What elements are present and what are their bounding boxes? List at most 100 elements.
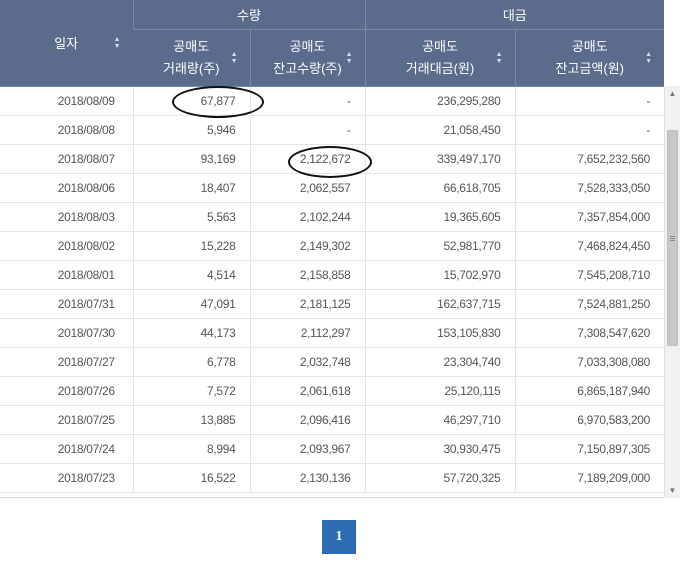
scroll-up-icon[interactable]: ▲ <box>665 86 680 101</box>
short-balance-qty-cell: 2,158,858 <box>249 260 366 290</box>
short-trade-amount-cell: 30,930,475 <box>364 434 516 464</box>
short-trade-amount-cell: 153,105,830 <box>364 318 516 348</box>
column-header-line1: 공매도 <box>422 38 458 54</box>
date-cell: 2018/08/02 <box>0 231 133 261</box>
vertical-scrollbar[interactable]: ▲ ▼ <box>664 86 680 498</box>
amount-group-header: 대금 <box>364 0 664 30</box>
short-volume-column-header[interactable]: 공매도 거래량(주) ▲ ▼ <box>133 29 250 87</box>
date-cell: 2018/08/07 <box>0 144 133 174</box>
short-volume-cell: 6,778 <box>132 347 250 377</box>
table-row: 2018/08/03 5,563 2,102,244 19,365,605 7,357,… <box>0 202 664 232</box>
short-balance-qty-cell: 2,102,244 <box>249 202 366 232</box>
sort-updown-icon[interactable]: ▲ ▼ <box>114 36 121 50</box>
short-balance-amount-cell: 7,468,824,450 <box>514 231 664 261</box>
table-row: 2018/07/25 13,885 2,096,416 46,297,710 6,970… <box>0 405 664 435</box>
short-balance-amount-cell: 7,308,547,620 <box>514 318 664 348</box>
short-volume-cell: 13,885 <box>132 405 250 435</box>
date-cell: 2018/08/08 <box>0 115 133 145</box>
short-volume-cell: 93,169 <box>132 144 250 174</box>
short-trade-amount-cell: 19,365,605 <box>364 202 516 232</box>
short-volume-cell: 67,877 <box>132 86 250 116</box>
short-balance-amount-cell: 7,652,232,560 <box>514 144 664 174</box>
sort-updown-icon[interactable]: ▲ ▼ <box>346 51 353 65</box>
short-trade-amount-cell: 46,297,710 <box>364 405 516 435</box>
date-cell: 2018/08/01 <box>0 260 133 290</box>
date-cell: 2018/07/23 <box>0 463 133 493</box>
volume-group-header: 수량 <box>132 0 366 30</box>
short-volume-cell: 16,522 <box>132 463 250 493</box>
table-row: 2018/07/24 8,994 2,093,967 30,930,475 7,150,… <box>0 434 664 464</box>
short-volume-cell: 18,407 <box>132 173 250 203</box>
table-row: 2018/08/02 15,228 2,149,302 52,981,770 7,468… <box>0 231 664 261</box>
short-trade-amount-cell: 339,497,170 <box>364 144 516 174</box>
short-balance-qty-cell: 2,112,297 <box>249 318 366 348</box>
table-row: 2018/08/09 67,877-236,295,280- <box>0 86 664 116</box>
short-volume-cell: 15,228 <box>132 231 250 261</box>
short-selling-table-container: 일자 ▲ ▼ 수량 대금 공매도 거래량(주) ▲ ▼ 공매도 잔고수량(주) ▲ ▼ <box>0 0 664 498</box>
short-balance-qty-cell: 2,062,557 <box>249 173 366 203</box>
short-balance-qty-cell: 2,181,125 <box>249 289 366 319</box>
short-balance-qty-cell: - <box>249 115 366 145</box>
short-selling-table: 일자 ▲ ▼ 수량 대금 공매도 거래량(주) ▲ ▼ 공매도 잔고수량(주) ▲ ▼ <box>0 0 664 493</box>
date-cell: 2018/07/24 <box>0 434 133 464</box>
sort-updown-icon[interactable]: ▲ ▼ <box>496 51 503 65</box>
table-row: 2018/07/23 16,522 2,130,136 57,720,325 7,189… <box>0 463 664 493</box>
table-row: 2018/07/31 47,091 2,181,125 162,637,715 7,52… <box>0 289 664 319</box>
column-header-line2: 거래대금(원) <box>405 60 475 76</box>
short-balance-amount-cell: 7,545,208,710 <box>514 260 664 290</box>
short-volume-cell: 47,091 <box>132 289 250 319</box>
short-balance-amount-cell: 6,865,187,940 <box>514 376 664 406</box>
short-balance-qty-cell: 2,096,416 <box>249 405 366 435</box>
short-volume-cell: 5,563 <box>132 202 250 232</box>
table-row: 2018/07/30 44,173 2,112,297 153,105,830 7,30… <box>0 318 664 348</box>
short-volume-cell: 7,572 <box>132 376 250 406</box>
date-cell: 2018/07/25 <box>0 405 133 435</box>
short-balance-amount-cell: 7,150,897,305 <box>514 434 664 464</box>
date-cell: 2018/08/03 <box>0 202 133 232</box>
short-trade-amount-cell: 236,295,280 <box>364 86 516 116</box>
short-balance-qty-cell: 2,149,302 <box>249 231 366 261</box>
table-row: 2018/07/27 6,778 2,032,748 23,304,740 7,033,… <box>0 347 664 377</box>
short-balance-qty-cell: 2,032,748 <box>249 347 366 377</box>
short-balance-amount-cell: - <box>514 86 664 116</box>
scrollbar-thumb[interactable] <box>667 130 678 346</box>
date-cell: 2018/07/26 <box>0 376 133 406</box>
table-row: 2018/08/07 93,169 2,122,672 339,497,170 7,65… <box>0 144 664 174</box>
short-balance-qty-cell: 2,061,618 <box>249 376 366 406</box>
short-balance-amount-cell: 6,970,583,200 <box>514 405 664 435</box>
short-balance-amount-cell: 7,033,308,080 <box>514 347 664 377</box>
short-volume-cell: 4,514 <box>132 260 250 290</box>
column-header-line1: 공매도 <box>571 38 608 54</box>
short-balance-qty-cell: - <box>249 86 366 116</box>
date-cell: 2018/08/06 <box>0 173 133 203</box>
short-trade-amount-cell: 52,981,770 <box>364 231 516 261</box>
short-trade-amount-column-header[interactable]: 공매도 거래대금(원) ▲ ▼ <box>364 29 516 87</box>
short-volume-cell: 8,994 <box>132 434 250 464</box>
table-row: 2018/08/01 4,514 2,158,858 15,702,970 7,545,… <box>0 260 664 290</box>
short-trade-amount-cell: 66,618,705 <box>364 173 516 203</box>
short-trade-amount-cell: 23,304,740 <box>364 347 516 377</box>
short-balance-amount-cell: - <box>514 115 664 145</box>
short-balance-qty-cell: 2,093,967 <box>249 434 366 464</box>
page-button-current[interactable]: 1 <box>322 520 356 554</box>
short-balance-amount-cell: 7,357,854,000 <box>514 202 664 232</box>
scroll-down-icon[interactable]: ▼ <box>665 483 680 498</box>
date-column-header[interactable]: 일자 ▲ ▼ <box>0 0 133 87</box>
sort-updown-icon[interactable]: ▲ ▼ <box>645 51 652 65</box>
date-header-label: 일자 <box>54 36 79 52</box>
grip-icon <box>670 235 675 241</box>
short-balance-amount-column-header[interactable]: 공매도 잔고금액(원) ▲ ▼ <box>514 29 664 87</box>
table-row: 2018/08/06 18,407 2,062,557 66,618,705 7,528… <box>0 173 664 203</box>
table-row: 2018/08/08 5,946-21,058,450- <box>0 115 664 145</box>
table-body: 2018/08/09 67,877-236,295,280-2018/08/08 5… <box>0 86 664 493</box>
short-balance-qty-cell: 2,122,672 <box>249 144 366 174</box>
short-trade-amount-cell: 21,058,450 <box>364 115 516 145</box>
short-trade-amount-cell: 15,702,970 <box>364 260 516 290</box>
sort-updown-icon[interactable]: ▲ ▼ <box>231 51 238 65</box>
date-cell: 2018/07/31 <box>0 289 133 319</box>
date-cell: 2018/08/09 <box>0 86 133 116</box>
date-cell: 2018/07/30 <box>0 318 133 348</box>
pagination: 1 <box>322 520 356 554</box>
short-balance-amount-cell: 7,524,881,250 <box>514 289 664 319</box>
short-balance-qty-column-header[interactable]: 공매도 잔고수량(주) ▲ ▼ <box>249 29 366 87</box>
